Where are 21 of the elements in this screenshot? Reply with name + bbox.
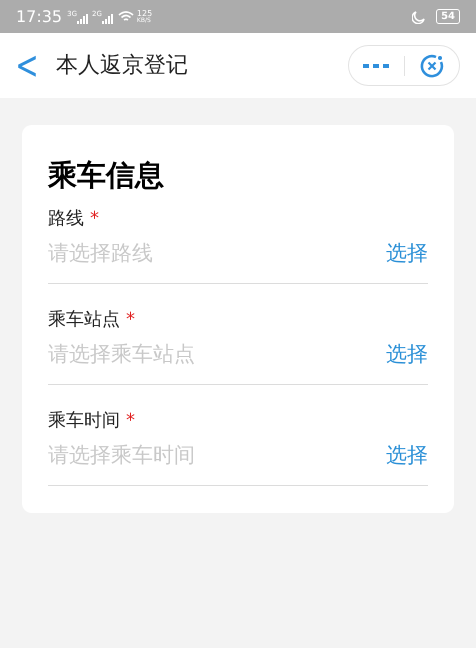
moon-icon xyxy=(412,10,426,24)
back-button[interactable]: < xyxy=(14,46,40,86)
select-button[interactable]: 选择 xyxy=(386,339,428,371)
required-mark: * xyxy=(90,207,99,231)
wifi-icon xyxy=(118,10,134,22)
required-mark: * xyxy=(126,409,135,433)
section-title: 乘车信息 xyxy=(48,157,165,194)
required-mark: * xyxy=(126,308,135,332)
select-button[interactable]: 选择 xyxy=(386,440,428,472)
battery-indicator: 54 xyxy=(436,9,460,24)
more-icon xyxy=(363,62,390,68)
select-button[interactable]: 选择 xyxy=(386,238,428,270)
page-title: 本人返京登记 xyxy=(56,52,188,80)
network-speed: 125 xyxy=(136,10,152,18)
signal-icon xyxy=(77,14,88,24)
status-time: 17:35 xyxy=(16,6,62,28)
field-label: 乘车时间 xyxy=(48,409,120,433)
close-icon xyxy=(418,52,445,78)
field-label: 乘车站点 xyxy=(48,308,120,332)
signal-icon xyxy=(102,14,113,24)
field-label: 路线 xyxy=(48,207,84,231)
